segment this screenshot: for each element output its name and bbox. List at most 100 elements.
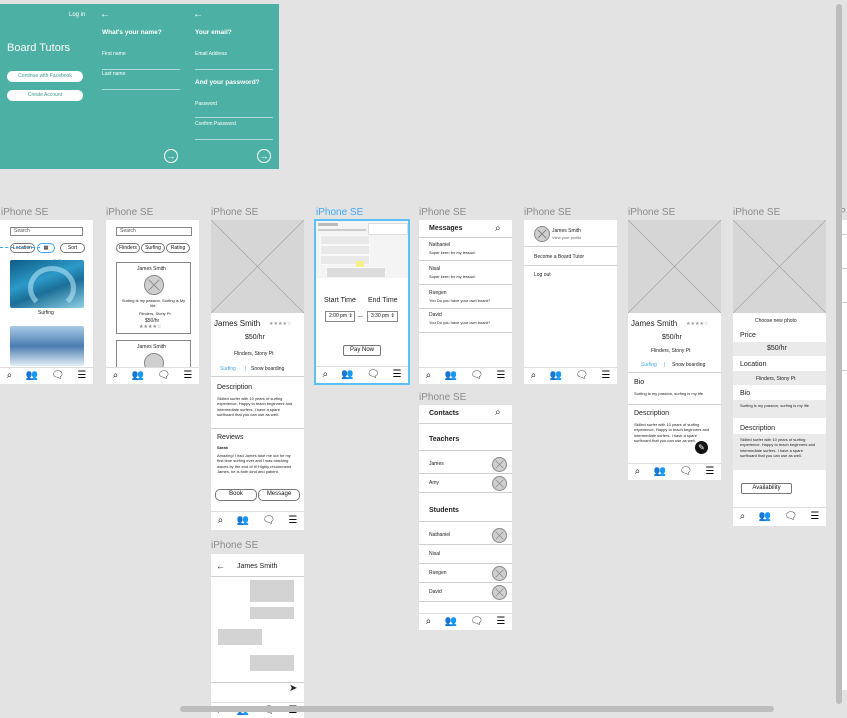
onboarding-panel: Log in Board Tutors Continue with Facebo… xyxy=(0,4,279,169)
people-icon[interactable]: 👥 xyxy=(132,371,144,381)
contact-name: David xyxy=(429,589,442,595)
search-input[interactable]: Search xyxy=(116,227,192,236)
search-icon[interactable]: ⌕ xyxy=(7,371,13,381)
message-button[interactable]: Message xyxy=(258,489,300,501)
search-icon[interactable]: ⌕ xyxy=(426,371,432,381)
back-arrow-icon[interactable]: ← xyxy=(100,9,110,20)
choose-photo-link[interactable]: Choose new photo xyxy=(755,318,797,324)
last-name-field[interactable]: Last name xyxy=(102,71,125,77)
tab-bar: ⌕ 👥 🗨 ☰ xyxy=(211,511,304,530)
menu-icon[interactable]: ☰ xyxy=(810,512,819,522)
message-row[interactable]: David You Do you have your own board? xyxy=(419,309,512,333)
message-preview: Super keen for my lesson! xyxy=(429,274,476,279)
horizontal-scrollbar[interactable] xyxy=(180,706,774,712)
chat-icon[interactable]: 🗨 xyxy=(784,512,797,522)
search-icon[interactable]: ⌕ xyxy=(426,617,432,627)
search-icon[interactable]: ⌕ xyxy=(531,371,537,381)
avatar-placeholder-icon[interactable] xyxy=(534,226,550,242)
create-account-button[interactable]: Create Account xyxy=(7,90,83,101)
chat-icon[interactable]: 🗨 xyxy=(157,371,170,381)
tutor-card[interactable]: James Smith Surfing is my passion, Surfi… xyxy=(116,262,191,334)
menu-icon[interactable]: ☰ xyxy=(601,371,610,381)
snowboard-photo[interactable] xyxy=(10,326,84,366)
send-icon[interactable]: ➤ xyxy=(289,683,297,694)
incoming-message-bubble xyxy=(250,607,294,619)
search-icon[interactable]: ⌕ xyxy=(495,223,501,234)
chat-icon[interactable]: 🗨 xyxy=(679,467,692,477)
calendar-sheet[interactable] xyxy=(316,221,408,278)
end-time-stepper[interactable]: 3:30 pm ⇕ xyxy=(367,311,398,322)
sort-button[interactable]: Sort xyxy=(60,243,85,253)
chat-icon[interactable]: 🗨 xyxy=(262,516,275,526)
contact-row[interactable]: James xyxy=(419,455,512,474)
edit-pencil-icon[interactable]: ✎ xyxy=(695,441,708,454)
menu-icon[interactable]: ☰ xyxy=(705,467,714,477)
people-icon[interactable]: 👥 xyxy=(759,512,771,522)
search-icon[interactable]: ⌕ xyxy=(323,370,329,380)
availability-button[interactable]: Availability xyxy=(741,483,792,494)
login-link[interactable]: Log in xyxy=(69,12,85,18)
contact-row[interactable]: Nathaniel xyxy=(419,526,512,545)
chat-icon[interactable]: 🗨 xyxy=(470,617,483,627)
message-row[interactable]: Nisal Super keen for my lesson! xyxy=(419,261,512,285)
menu-icon[interactable]: ☰ xyxy=(392,370,401,380)
surf-photo[interactable] xyxy=(10,260,84,310)
message-row[interactable]: Ruegen You Do you have your own board? xyxy=(419,285,512,309)
filter-rating[interactable]: Rating xyxy=(166,243,190,253)
filter-flinders[interactable]: Flinders xyxy=(116,243,140,253)
search-icon[interactable]: ⌕ xyxy=(495,407,501,418)
people-icon[interactable]: 👥 xyxy=(445,371,457,381)
view-profile-link[interactable]: View your profile xyxy=(552,235,582,240)
people-icon[interactable]: 👥 xyxy=(445,617,457,627)
menu-icon[interactable]: ☰ xyxy=(496,371,505,381)
tag-snowboarding[interactable]: Snow boarding xyxy=(251,366,284,372)
tag-snowboarding[interactable]: Snow boarding xyxy=(672,362,705,368)
search-icon[interactable]: ⌕ xyxy=(740,512,746,522)
card-location: Flinders, Stony Pt xyxy=(139,311,171,316)
email-field[interactable]: Email Address xyxy=(195,51,227,57)
chat-icon[interactable]: 🗨 xyxy=(367,370,380,380)
people-icon[interactable]: 👥 xyxy=(550,371,562,381)
next-arrow-icon[interactable]: → xyxy=(257,149,271,163)
menu-user-name[interactable]: James Smith xyxy=(552,228,581,234)
pay-now-button[interactable]: Pay Now xyxy=(343,345,381,356)
tag-surfing[interactable]: Surfing xyxy=(641,362,657,368)
people-icon[interactable]: 👥 xyxy=(341,370,353,380)
menu-icon[interactable]: ☰ xyxy=(183,371,192,381)
menu-icon[interactable]: ☰ xyxy=(496,617,505,627)
chat-icon[interactable]: 🗨 xyxy=(470,371,483,381)
search-icon[interactable]: ⌕ xyxy=(635,467,641,477)
people-icon[interactable]: 👥 xyxy=(237,516,249,526)
back-arrow-icon[interactable]: ← xyxy=(193,9,203,20)
vertical-scrollbar[interactable] xyxy=(836,4,842,704)
first-name-field[interactable]: First name xyxy=(102,51,126,57)
menu-icon[interactable]: ☰ xyxy=(77,371,86,381)
people-icon[interactable]: 👥 xyxy=(654,467,666,477)
next-arrow-icon[interactable]: → xyxy=(164,149,178,163)
tag-surfing[interactable]: Surfing xyxy=(220,366,236,372)
start-time-stepper[interactable]: 2:00 pm ⇕ xyxy=(325,311,355,322)
search-input[interactable]: Search xyxy=(10,227,83,236)
continue-facebook-button[interactable]: Continue with Facebook xyxy=(7,71,83,82)
filter-surfing[interactable]: Surfing xyxy=(141,243,165,253)
profile-photo-placeholder[interactable] xyxy=(733,220,826,313)
back-arrow-icon[interactable]: ← xyxy=(216,561,225,571)
chat-icon[interactable]: 🗨 xyxy=(51,371,64,381)
confirm-password-field[interactable]: Confirm Password xyxy=(195,121,236,127)
search-icon[interactable]: ⌕ xyxy=(113,371,119,381)
contact-row[interactable]: Nisal xyxy=(419,545,512,564)
book-button[interactable]: Book xyxy=(215,489,257,501)
chat-icon[interactable]: 🗨 xyxy=(575,371,588,381)
contact-row[interactable]: Ruegen xyxy=(419,564,512,583)
teachers-header: Teachers xyxy=(429,436,460,443)
contact-row[interactable]: Amy xyxy=(419,474,512,493)
logout-item[interactable]: Log out xyxy=(534,272,551,278)
search-icon[interactable]: ⌕ xyxy=(218,516,224,526)
become-tutor-item[interactable]: Become a Board Tutor xyxy=(534,254,584,260)
password-field[interactable]: Password xyxy=(195,101,217,107)
menu-icon[interactable]: ☰ xyxy=(288,516,297,526)
message-row[interactable]: Nathaniel Super keen for my lesson! xyxy=(419,237,512,261)
contact-row[interactable]: David xyxy=(419,583,512,602)
message-input[interactable] xyxy=(211,683,286,697)
people-icon[interactable]: 👥 xyxy=(26,371,38,381)
